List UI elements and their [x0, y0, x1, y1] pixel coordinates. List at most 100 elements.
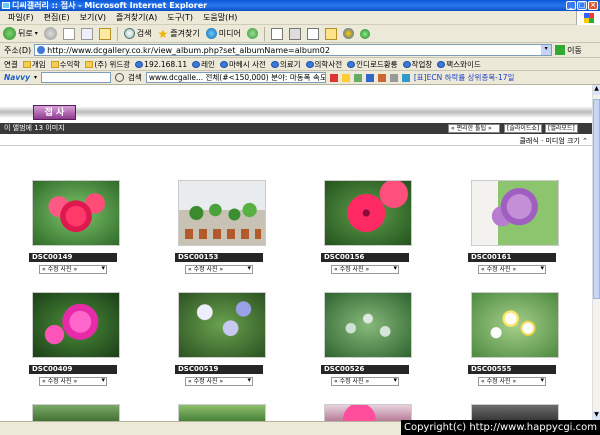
edit-photo-select[interactable]: « 수정 사진 » [478, 377, 546, 386]
link-item[interactable]: 개임 [22, 59, 46, 70]
ie-page-icon [305, 60, 314, 68]
print-icon[interactable] [288, 27, 301, 40]
photo-thumbnail[interactable] [178, 180, 266, 246]
photo-thumbnail[interactable] [324, 404, 412, 421]
address-dropdown-icon[interactable]: ▾ [541, 45, 552, 55]
refresh-icon[interactable] [80, 27, 93, 40]
media-button[interactable]: 미디어 [205, 26, 241, 42]
lock-icon[interactable] [353, 73, 362, 82]
link-item[interactable]: 의료기 [270, 59, 301, 70]
edit-photo-select[interactable]: « 수정 사진 » [39, 377, 107, 386]
notepad-icon[interactable] [341, 73, 350, 82]
photo-thumbnail[interactable] [178, 292, 266, 358]
photo-thumbnail[interactable] [178, 404, 266, 421]
folder-icon [22, 60, 31, 68]
maximize-button[interactable]: □ [577, 1, 587, 10]
address-label: 주소(D) [4, 45, 32, 55]
link-item[interactable]: 마헤시 사전 [219, 59, 266, 70]
stop-icon[interactable] [62, 27, 75, 40]
photo-thumbnail[interactable] [471, 404, 559, 421]
edit-icon[interactable] [306, 27, 319, 40]
naver-search-label[interactable]: 검색 [128, 72, 142, 83]
alert-icon[interactable] [329, 73, 338, 82]
scroll-up-icon[interactable]: ▲ [593, 85, 600, 95]
mail-icon[interactable] [270, 27, 283, 40]
scroll-thumb[interactable] [593, 99, 600, 299]
link-item[interactable]: 의학사전 [305, 59, 342, 70]
naver-dropdown-icon[interactable]: ▾ [34, 74, 37, 81]
link-item[interactable]: 팩스와이드 [437, 59, 481, 70]
favorites-button[interactable]: ★ 즐겨찾기 [157, 26, 199, 42]
edit-photo-select[interactable]: « 수정 사진 » [331, 265, 399, 274]
naver-search-input[interactable] [41, 72, 112, 83]
photo-name[interactable]: DSC00409 [29, 365, 117, 374]
album-mode-button[interactable]: [앨라모드] [545, 124, 578, 133]
photo-thumbnail[interactable] [324, 180, 412, 246]
msn-icon[interactable] [342, 28, 354, 39]
photo-thumbnail[interactable] [32, 180, 120, 246]
minimize-button[interactable]: _ [566, 1, 576, 10]
media-icon [205, 28, 217, 39]
photo-name[interactable]: DSC00153 [175, 253, 263, 262]
menu-tools[interactable]: 도구(T) [167, 12, 193, 23]
close-button[interactable]: × [588, 1, 598, 10]
photo-name[interactable]: DSC00156 [321, 253, 409, 262]
edit-photo-select[interactable]: « 수정 사진 » [331, 377, 399, 386]
search-button[interactable]: 검색 [123, 26, 151, 42]
page-icon [37, 46, 46, 54]
menu-file[interactable]: 파일(F) [8, 12, 34, 23]
edit-photo-select[interactable]: « 수정 사진 » [185, 265, 253, 274]
photo-thumbnail[interactable] [324, 292, 412, 358]
edit-photo-select[interactable]: « 수정 사진 » [39, 265, 107, 274]
go-button[interactable]: 이동 [555, 45, 582, 56]
ie-app-icon [2, 2, 10, 9]
photo-name[interactable]: DSC00149 [29, 253, 117, 262]
address-url: http://www.dcgallery.co.kr/view_album.ph… [47, 45, 330, 55]
search-icon [123, 28, 135, 39]
link-item[interactable]: 레인 [192, 59, 215, 70]
menu-favorites[interactable]: 즐겨찾기(A) [116, 12, 157, 23]
home-icon[interactable] [98, 27, 111, 40]
sort-select[interactable]: « 편리한 툴팁 » [448, 124, 500, 133]
window-title: 디씨갤러리 :: 접사 - Microsoft Internet Explore… [12, 1, 208, 10]
menu-bar: 파일(F) 편집(E) 보기(V) 즐겨찾기(A) 도구(T) 도움말(H) [0, 11, 600, 25]
link-item[interactable]: 192.168.11 [135, 60, 187, 69]
search-icon[interactable] [115, 73, 125, 82]
link-item[interactable]: (주) 위드광 [85, 59, 130, 70]
history-icon[interactable] [246, 28, 258, 39]
photo-thumbnail[interactable] [471, 292, 559, 358]
menu-help[interactable]: 도움말(H) [203, 12, 237, 23]
mail-icon[interactable] [365, 73, 374, 82]
address-input[interactable]: http://www.dcgallery.co.kr/view_album.ph… [34, 44, 553, 56]
messenger-icon[interactable] [324, 27, 337, 40]
photo-thumbnail[interactable] [471, 180, 559, 246]
photo-thumbnail[interactable] [32, 404, 120, 421]
forward-button[interactable] [43, 27, 57, 40]
edit-photo-select[interactable]: « 수정 사진 » [185, 377, 253, 386]
photo-name[interactable]: DSC00526 [321, 365, 409, 374]
slideshow-button[interactable]: [슬라이드쇼] [504, 124, 543, 133]
favorites-label: 즐겨찾기 [170, 29, 200, 38]
naver-query-box[interactable]: www.dcgalle... 전체(#<150,000) 분야: 마동폭 속도(… [145, 72, 326, 83]
menu-view[interactable]: 보기(V) [80, 12, 106, 23]
edit-photo-select[interactable]: « 수정 사진 » [478, 265, 546, 274]
photo-name[interactable]: DSC00161 [468, 253, 556, 262]
back-dropdown-icon[interactable]: ▾ [35, 30, 38, 37]
pen-icon[interactable] [377, 73, 386, 82]
photo-name[interactable]: DSC00555 [468, 365, 556, 374]
naver-brand[interactable]: Navvy [4, 73, 30, 82]
link-item[interactable]: 인디로드황룡 [347, 59, 398, 70]
link-label: 마헤시 사전 [228, 59, 266, 69]
album-title-tab[interactable]: 접 사 [33, 105, 76, 120]
back-button[interactable]: 뒤로 ▾ [3, 26, 38, 42]
naver-news-link[interactable]: [표]ECN 하락률 상위종목-17일 [414, 72, 515, 83]
header-stripe [0, 106, 592, 118]
link-item[interactable]: 작업창 [402, 59, 432, 70]
photo-thumbnail[interactable] [32, 292, 120, 358]
photo-name[interactable]: DSC00519 [175, 365, 263, 374]
vertical-scrollbar[interactable]: ▲ ▼ [592, 85, 600, 421]
research-icon[interactable] [359, 28, 370, 39]
gear-icon[interactable] [389, 73, 398, 82]
menu-edit[interactable]: 편집(E) [44, 12, 70, 23]
link-item[interactable]: 수익학 [50, 59, 80, 70]
